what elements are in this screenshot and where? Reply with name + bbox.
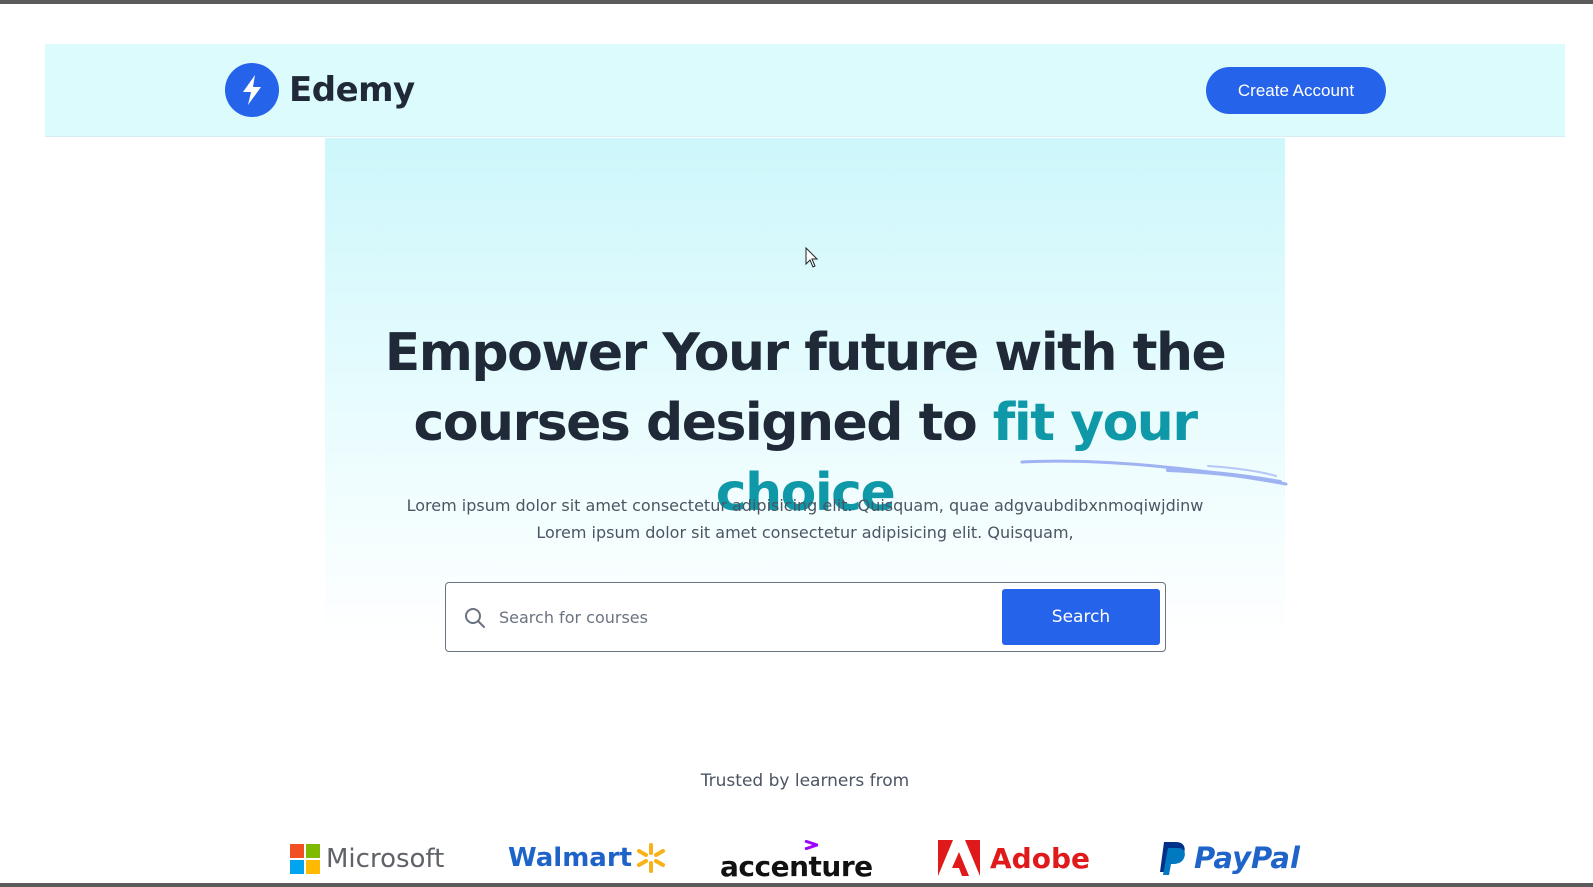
company-logos: Microsoft Walmart accenture Adobe PayPal <box>290 838 1320 883</box>
create-account-button[interactable]: Create Account <box>1206 67 1386 114</box>
search-icon <box>465 608 485 628</box>
headline-underline-swoosh <box>1020 459 1288 486</box>
microsoft-icon <box>290 844 320 874</box>
walmart-logo: Walmart <box>508 842 667 874</box>
adobe-wordmark: Adobe <box>990 841 1090 875</box>
headline-line-2: courses designed to <box>413 393 993 453</box>
adobe-icon <box>938 840 980 876</box>
navbar: Edemy Create Account <box>45 44 1565 137</box>
search-button[interactable]: Search <box>1002 589 1160 645</box>
lightning-bolt-icon <box>225 63 279 117</box>
subtext-line-1: Lorem ipsum dolor sit amet consectetur a… <box>406 496 1204 515</box>
subtext-line-2: Lorem ipsum dolor sit amet consectetur a… <box>536 523 1074 542</box>
walmart-wordmark: Walmart <box>508 843 633 873</box>
microsoft-logo: Microsoft <box>290 844 444 874</box>
search-input[interactable] <box>499 597 979 637</box>
microsoft-wordmark: Microsoft <box>326 844 445 874</box>
walmart-spark-icon <box>637 843 666 873</box>
search-bar: Search <box>445 582 1166 652</box>
paypal-wordmark: PayPal <box>1194 841 1300 875</box>
paypal-logo: PayPal <box>1158 840 1300 876</box>
window-top-border <box>0 0 1593 4</box>
accenture-logo: accenture <box>720 840 873 883</box>
window-bottom-border <box>0 883 1593 887</box>
headline-line-1: Empower Your future with the <box>384 323 1227 383</box>
trusted-by-heading: Trusted by learners from <box>700 771 910 791</box>
adobe-logo: Adobe <box>938 840 1090 876</box>
accenture-wordmark: accenture <box>720 850 873 883</box>
brand-name: Edemy <box>289 70 415 110</box>
accenture-chevron-icon <box>804 840 819 850</box>
brand-logo[interactable]: Edemy <box>225 63 415 117</box>
paypal-icon <box>1160 842 1185 875</box>
hero-subtext: Lorem ipsum dolor sit amet consectetur a… <box>325 492 1285 546</box>
mouse-cursor-icon <box>805 246 819 269</box>
